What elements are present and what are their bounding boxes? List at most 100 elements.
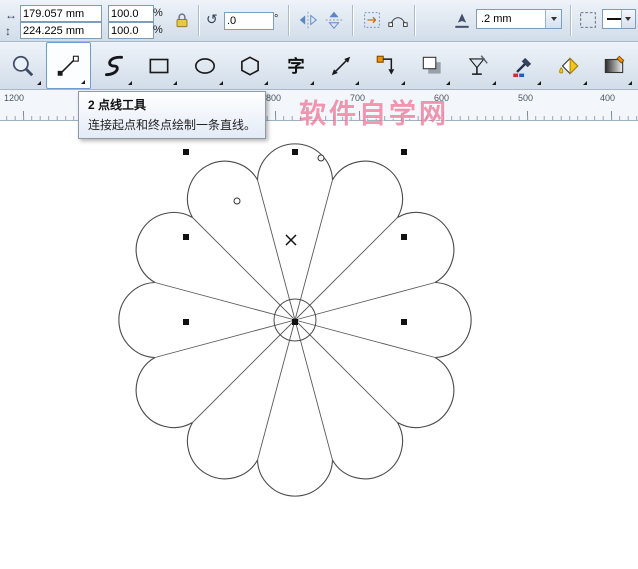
flyout-arrow-icon (537, 81, 541, 85)
flyout-arrow-icon (491, 81, 496, 85)
scale-height-percent-label: % (153, 24, 163, 36)
dimension-tool[interactable] (319, 42, 365, 89)
flyout-arrow-icon (628, 81, 632, 85)
flyout-arrow-icon (355, 81, 359, 85)
lock-ratio-button[interactable] (170, 8, 194, 32)
flyout-arrow-icon (127, 81, 132, 85)
outline-width-select[interactable]: .2 mm (476, 9, 562, 29)
flyout-arrow-icon (173, 81, 177, 85)
interactive-fill-tool[interactable] (592, 42, 638, 89)
separator (352, 5, 353, 36)
ruler-label: 700 (350, 93, 366, 103)
convert-to-curves-icon (388, 17, 408, 27)
text-tool[interactable]: 字 (273, 42, 319, 89)
outline-width-value: .2 mm (481, 13, 512, 25)
rotate-icon: ↺ (206, 11, 218, 27)
flyout-arrow-icon (582, 81, 587, 85)
flyout-arrow-icon (446, 81, 450, 85)
paint-bucket-icon (558, 56, 579, 75)
flyout-arrow-icon (400, 81, 405, 85)
scale-width-percent-label: % (153, 7, 163, 19)
connector-tool[interactable] (364, 42, 410, 89)
outline-width-icon (452, 11, 472, 36)
separator (288, 5, 289, 36)
dimension-icon (332, 56, 351, 75)
selection-handle[interactable] (183, 319, 189, 325)
dashed-square-icon (580, 12, 596, 28)
chevron-down-icon (625, 17, 632, 21)
lock-icon (176, 13, 188, 28)
selection-handle[interactable] (183, 234, 189, 240)
separator (198, 5, 199, 36)
selection-handle[interactable] (292, 319, 298, 325)
extrude-icon (468, 54, 488, 75)
zoom-tool[interactable] (0, 42, 46, 89)
tooltip-title: 2 点线工具 (88, 98, 147, 112)
smart-fill-tool[interactable] (546, 42, 592, 89)
x-position-icon: ↔ (5, 8, 17, 22)
ruler-label: 1200 (4, 93, 25, 103)
selection-center-marker[interactable] (285, 234, 297, 246)
wrap-text-button[interactable] (360, 8, 384, 32)
polygon-icon (241, 55, 260, 76)
rectangle-icon (149, 58, 169, 73)
flyout-arrow-icon (36, 81, 41, 85)
separator (414, 5, 415, 36)
interactive-fill-icon (605, 55, 625, 73)
curve-node[interactable] (317, 154, 325, 162)
separator (570, 5, 571, 36)
ruler-label: 600 (434, 93, 450, 103)
extrude-tool[interactable] (455, 42, 501, 89)
mirror-vertical-button[interactable] (322, 8, 346, 32)
svg-text:字: 字 (287, 55, 304, 75)
ellipse-tool[interactable] (182, 42, 228, 89)
outline-width-dropdown-button[interactable] (545, 10, 561, 28)
mirror-horizontal-button[interactable] (296, 8, 320, 32)
color-eyedropper-tool[interactable] (501, 42, 547, 89)
tool-tooltip: 2 点线工具 连接起点和终点绘制一条直线。 (78, 91, 267, 139)
connector-icon (376, 55, 395, 75)
border-style-button[interactable] (576, 8, 600, 32)
x-position-input[interactable] (20, 5, 102, 22)
text-icon: 字 (287, 55, 304, 75)
zoom-icon (12, 55, 33, 76)
property-bar: ↔ ↕ % % ↺ ° (0, 0, 638, 42)
rectangle-tool[interactable] (137, 42, 183, 89)
curve-node[interactable] (233, 197, 241, 205)
ruler-label: 400 (600, 93, 616, 103)
eyedropper-icon (513, 57, 532, 77)
ellipse-icon (194, 57, 215, 74)
scale-height-input[interactable] (108, 22, 154, 39)
ruler-label: 500 (518, 93, 534, 103)
flyout-arrow-icon (81, 80, 85, 84)
selection-handle[interactable] (401, 149, 407, 155)
selection-handle[interactable] (292, 149, 298, 155)
shadow-icon (423, 56, 441, 74)
two-point-line-tool[interactable] (45, 42, 91, 89)
flyout-arrow-icon (218, 81, 223, 85)
y-position-icon: ↕ (5, 24, 11, 38)
ruler-label: 800 (266, 93, 282, 103)
chevron-down-icon (550, 17, 557, 21)
flyout-arrow-icon (309, 81, 314, 85)
polygon-tool[interactable] (228, 42, 274, 89)
selection-handle[interactable] (183, 149, 189, 155)
convert-to-curves-button[interactable] (386, 8, 410, 32)
flyout-arrow-icon (264, 81, 268, 85)
drawing-svg[interactable] (0, 121, 638, 569)
mirror-horizontal-icon (299, 11, 317, 29)
two-point-line-icon (57, 55, 80, 76)
selection-handle[interactable] (401, 319, 407, 325)
degree-label: ° (274, 13, 279, 25)
artistic-media-icon (104, 55, 123, 76)
line-style-dropdown-button[interactable] (620, 10, 635, 28)
rotation-angle-input[interactable] (224, 12, 274, 30)
shadow-tool[interactable] (410, 42, 456, 89)
tooltip-description: 连接起点和终点绘制一条直线。 (88, 118, 257, 132)
artistic-media-tool[interactable] (91, 42, 137, 89)
y-position-input[interactable] (20, 22, 102, 39)
wrap-text-icon (364, 12, 380, 28)
selection-handle[interactable] (401, 234, 407, 240)
line-style-select[interactable] (602, 9, 636, 29)
scale-width-input[interactable] (108, 5, 154, 22)
